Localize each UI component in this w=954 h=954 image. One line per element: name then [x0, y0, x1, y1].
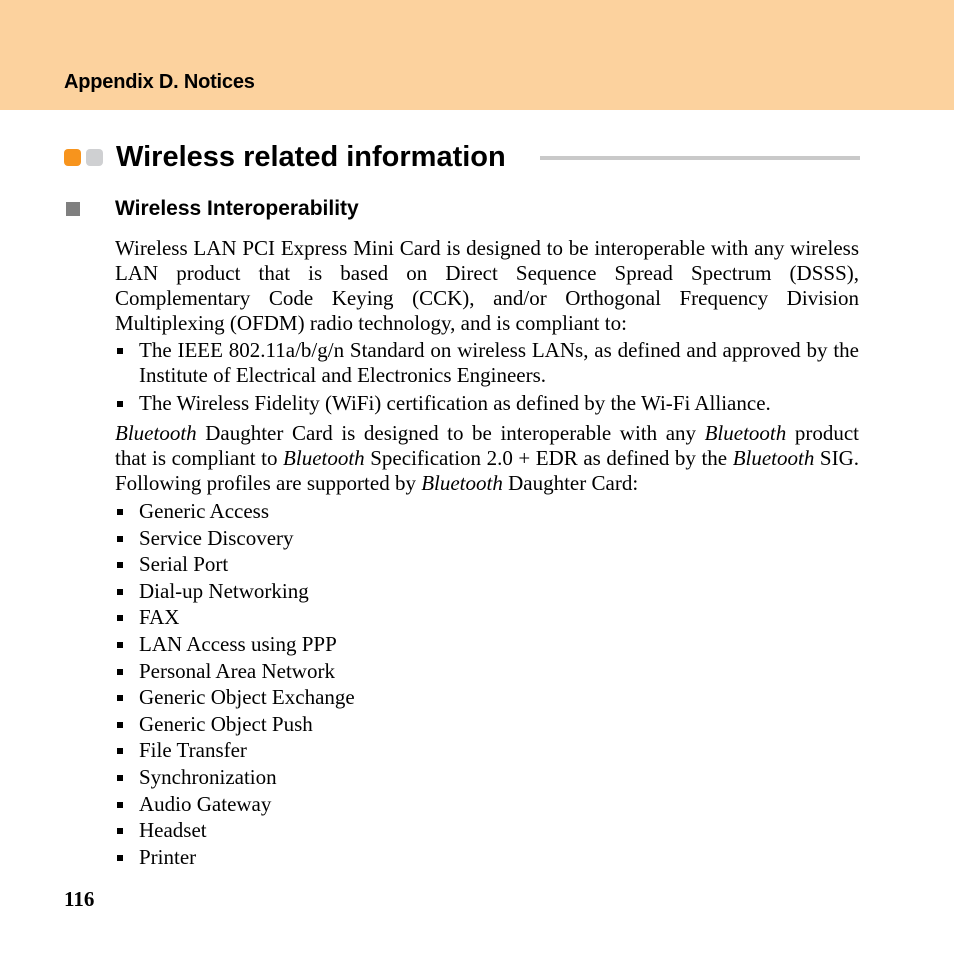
list-item: File Transfer	[115, 737, 859, 764]
bullet-icon	[117, 615, 123, 622]
list-item: Synchronization	[115, 764, 859, 791]
header-band: Appendix D. Notices	[0, 0, 954, 110]
orange-dot-icon	[64, 149, 81, 166]
subsection-title: Wireless Interoperability	[115, 197, 359, 220]
bullet-icon	[117, 748, 123, 755]
list-item: FAX	[115, 604, 859, 631]
list-item-text: Printer	[139, 844, 197, 869]
list-item: Audio Gateway	[115, 791, 859, 818]
list-item-text: Generic Access	[139, 499, 270, 523]
bullet-icon	[117, 535, 123, 542]
list-item-text: The Wireless Fidelity (WiFi) certificati…	[139, 391, 771, 415]
list-item: Personal Area Network	[115, 658, 859, 685]
bullet-icon	[117, 562, 123, 569]
list-item-text: Synchronization	[139, 764, 277, 789]
gray-dot-icon	[86, 149, 103, 166]
bullet-icon	[117, 828, 123, 835]
bullet-icon	[117, 588, 123, 595]
bullet-icon	[117, 721, 123, 728]
list-item-text: FAX	[139, 605, 180, 630]
bullet-icon	[117, 641, 123, 648]
bluetooth-paragraph: Bluetooth Daughter Card is designed to b…	[115, 421, 859, 496]
profiles-list: Generic Access Service Discovery Serial …	[115, 498, 859, 870]
list-item: Serial Port	[115, 551, 859, 578]
list-item: Generic Access	[115, 498, 859, 525]
section-title: Wireless related information	[116, 141, 506, 173]
list-item-text: Service Discovery	[139, 525, 294, 550]
bullet-icon	[117, 668, 123, 675]
compliance-list: The IEEE 802.11a/b/g/n Standard on wirel…	[115, 338, 859, 419]
list-item-text: Audio Gateway	[139, 791, 272, 816]
list-item: The Wireless Fidelity (WiFi) certificati…	[115, 391, 859, 416]
list-item-text: Generic Object Push	[139, 711, 313, 736]
bluetooth-term: Bluetooth	[283, 446, 365, 470]
list-item: Generic Object Exchange	[115, 684, 859, 711]
list-item: Dial-up Networking	[115, 578, 859, 605]
list-item-text: Dial-up Networking	[139, 578, 309, 603]
bullet-icon	[117, 348, 123, 354]
list-item-text: File Transfer	[139, 738, 247, 763]
list-item: The IEEE 802.11a/b/g/n Standard on wirel…	[115, 338, 859, 388]
list-item: Printer	[115, 844, 859, 871]
text-span: Daughter Card is designed to be interope…	[196, 421, 705, 445]
list-item-text: The IEEE 802.11a/b/g/n Standard on wirel…	[139, 338, 859, 387]
wlan-paragraph: Wireless LAN PCI Express Mini Card is de…	[115, 236, 859, 335]
bullet-icon	[117, 401, 123, 407]
list-item: Service Discovery	[115, 525, 859, 552]
bluetooth-term: Bluetooth	[115, 421, 197, 445]
subsection-heading: Wireless Interoperability	[64, 195, 860, 223]
page-number: 116	[64, 887, 95, 911]
list-item-text: Generic Object Exchange	[139, 685, 355, 710]
text-span: Specification 2.0 + EDR as defined by th…	[364, 446, 733, 470]
list-item-text: Serial Port	[139, 552, 229, 577]
bluetooth-term: Bluetooth	[732, 446, 815, 470]
bullet-icon	[117, 774, 123, 781]
bullet-icon	[117, 695, 123, 702]
square-bullet-icon	[66, 202, 80, 216]
list-item-text: LAN Access using PPP	[139, 631, 337, 656]
chapter-title: Appendix D. Notices	[64, 71, 255, 93]
section-divider	[540, 156, 860, 160]
list-item: LAN Access using PPP	[115, 631, 859, 658]
bluetooth-term: Bluetooth	[421, 471, 503, 495]
list-item-text: Headset	[139, 818, 207, 843]
bullet-icon	[117, 854, 123, 861]
text-span: Daughter Card:	[502, 471, 639, 495]
bluetooth-term: Bluetooth	[704, 421, 787, 445]
list-item: Generic Object Push	[115, 711, 859, 738]
section-heading: Wireless related information	[64, 138, 860, 176]
list-item-text: Personal Area Network	[139, 658, 335, 683]
list-item: Headset	[115, 817, 859, 844]
bullet-icon	[117, 509, 123, 515]
bullet-icon	[117, 801, 123, 808]
